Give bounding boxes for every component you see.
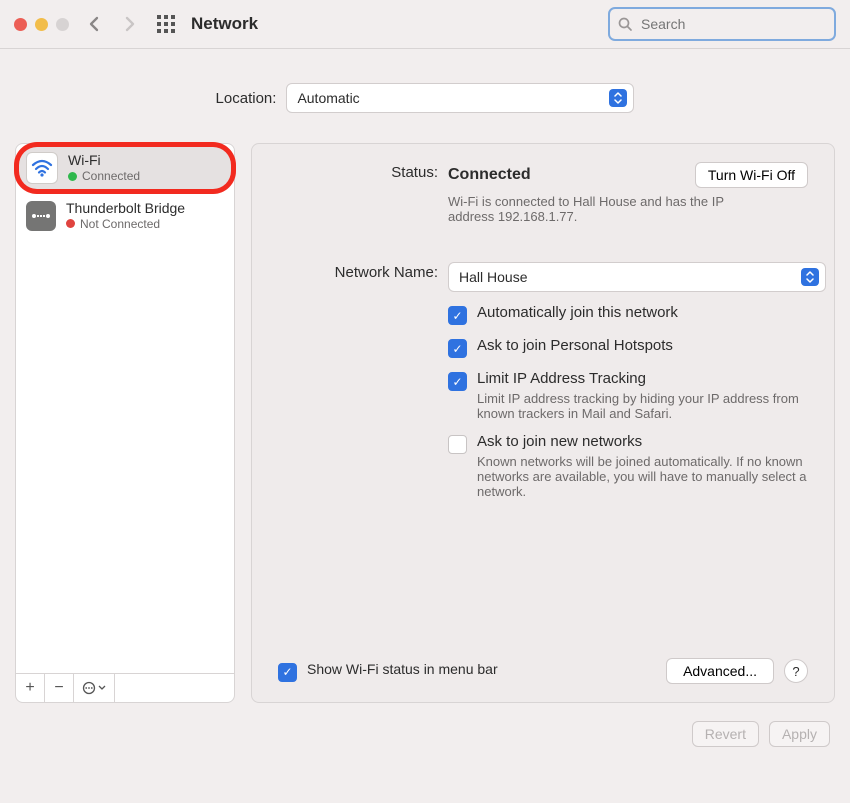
close-icon[interactable]	[14, 18, 27, 31]
sidebar-item-label: Thunderbolt Bridge	[66, 200, 185, 217]
maximize-icon	[56, 18, 69, 31]
network-sidebar: Wi-Fi Connected Thunderbolt Bridge Not C…	[15, 143, 235, 703]
status-dot-icon	[66, 219, 75, 228]
sidebar-item-status: Connected	[82, 169, 140, 183]
network-name-select[interactable]: Hall House	[448, 262, 826, 292]
show-all-button[interactable]	[155, 13, 177, 35]
auto-join-checkbox[interactable]	[448, 306, 467, 325]
status-value: Connected	[448, 166, 531, 184]
location-row: Location: Automatic	[0, 83, 850, 113]
sidebar-toolbar: + −	[16, 673, 234, 702]
checkbox-label: Show Wi-Fi status in menu bar	[307, 661, 498, 677]
turn-wifi-off-button[interactable]: Turn Wi-Fi Off	[695, 162, 808, 188]
status-description: Wi-Fi is connected to Hall House and has…	[448, 194, 758, 224]
sidebar-item-thunderbolt[interactable]: Thunderbolt Bridge Not Connected	[16, 192, 234, 239]
sidebar-item-status: Not Connected	[80, 217, 160, 231]
limit-ip-tracking-checkbox[interactable]	[448, 372, 467, 391]
network-name-label: Network Name:	[278, 262, 438, 292]
chevron-updown-icon	[609, 89, 627, 107]
location-select[interactable]: Automatic	[286, 83, 634, 113]
chevron-down-icon	[98, 685, 106, 691]
page-title: Network	[191, 14, 258, 34]
checkbox-description: Limit IP address tracking by hiding your…	[477, 391, 807, 421]
status-label: Status:	[278, 162, 438, 224]
toolbar: Network	[0, 0, 850, 49]
back-button[interactable]	[83, 13, 105, 35]
location-selected-value: Automatic	[297, 90, 359, 106]
sidebar-actions-menu[interactable]	[74, 674, 115, 702]
chevron-updown-icon	[801, 268, 819, 286]
help-button[interactable]: ?	[784, 659, 808, 683]
search-field[interactable]	[608, 7, 836, 41]
personal-hotspots-checkbox[interactable]	[448, 339, 467, 358]
checkbox-label: Ask to join Personal Hotspots	[477, 337, 673, 354]
ask-join-networks-checkbox[interactable]	[448, 435, 467, 454]
main-panel: Status: Connected Turn Wi-Fi Off Wi-Fi i…	[251, 143, 835, 703]
checkbox-description: Known networks will be joined automatica…	[477, 454, 807, 499]
search-icon	[618, 17, 633, 32]
footer: Revert Apply	[0, 703, 850, 747]
show-wifi-menubar-checkbox[interactable]	[278, 663, 297, 682]
advanced-button[interactable]: Advanced...	[666, 658, 774, 684]
sidebar-item-label: Wi-Fi	[68, 152, 140, 169]
add-interface-button[interactable]: +	[16, 674, 45, 702]
sidebar-item-wifi[interactable]: Wi-Fi Connected	[19, 147, 231, 189]
status-dot-icon	[68, 172, 77, 181]
revert-button[interactable]: Revert	[692, 721, 759, 747]
apply-button[interactable]: Apply	[769, 721, 830, 747]
wifi-icon	[26, 152, 58, 184]
search-input[interactable]	[639, 15, 826, 33]
ellipsis-icon	[82, 681, 96, 695]
minimize-icon[interactable]	[35, 18, 48, 31]
remove-interface-button[interactable]: −	[45, 674, 74, 702]
network-name-value: Hall House	[459, 269, 527, 285]
thunderbolt-icon	[26, 201, 56, 231]
checkbox-label: Limit IP Address Tracking	[477, 370, 807, 387]
forward-button	[119, 13, 141, 35]
location-label: Location:	[216, 90, 277, 107]
checkbox-label: Automatically join this network	[477, 304, 678, 321]
window-controls	[14, 18, 69, 31]
checkbox-label: Ask to join new networks	[477, 433, 807, 450]
